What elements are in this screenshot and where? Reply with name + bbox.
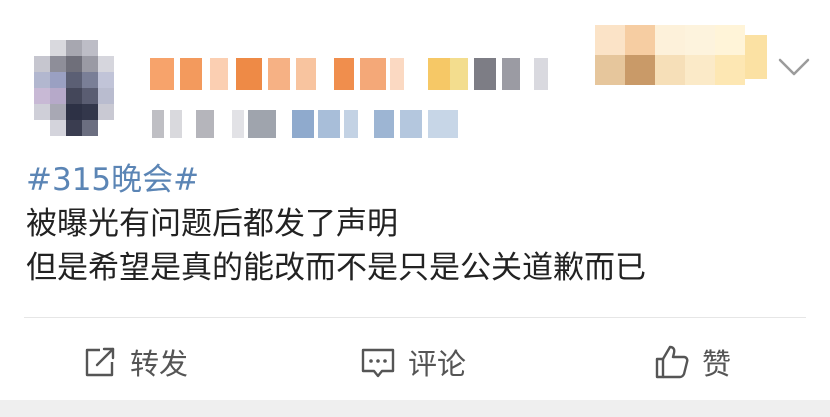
like-label: 赞 xyxy=(702,347,732,381)
chevron-down-icon[interactable] xyxy=(774,52,814,82)
comment-label: 评论 xyxy=(408,347,467,381)
repost-label: 转发 xyxy=(130,347,189,381)
post-content: #315晚会# 被曝光有问题后都发了声明 但是希望是真的能改而不是只是公关道歉而… xyxy=(26,158,806,290)
divider xyxy=(24,317,806,318)
share-icon xyxy=(80,342,120,382)
post-text-line-1: 被曝光有问题后都发了声明 xyxy=(26,206,398,242)
page-background-strip xyxy=(0,400,830,417)
member-badge[interactable] xyxy=(575,15,775,95)
thumbs-up-icon xyxy=(652,342,692,382)
repost-button[interactable]: 转发 xyxy=(80,330,188,394)
like-button[interactable]: 赞 xyxy=(652,330,731,394)
weibo-post-card: #315晚会# 被曝光有问题后都发了声明 但是希望是真的能改而不是只是公关道歉而… xyxy=(0,0,830,400)
comment-icon xyxy=(358,342,398,382)
post-text-line-2: 但是希望是真的能改而不是只是公关道歉而已 xyxy=(26,250,646,286)
avatar[interactable] xyxy=(34,40,120,140)
post-header xyxy=(0,0,830,150)
comment-button[interactable]: 评论 xyxy=(358,330,466,394)
action-bar: 转发 评论 赞 xyxy=(0,330,830,394)
topic-link[interactable]: #315晚会# xyxy=(26,158,199,202)
